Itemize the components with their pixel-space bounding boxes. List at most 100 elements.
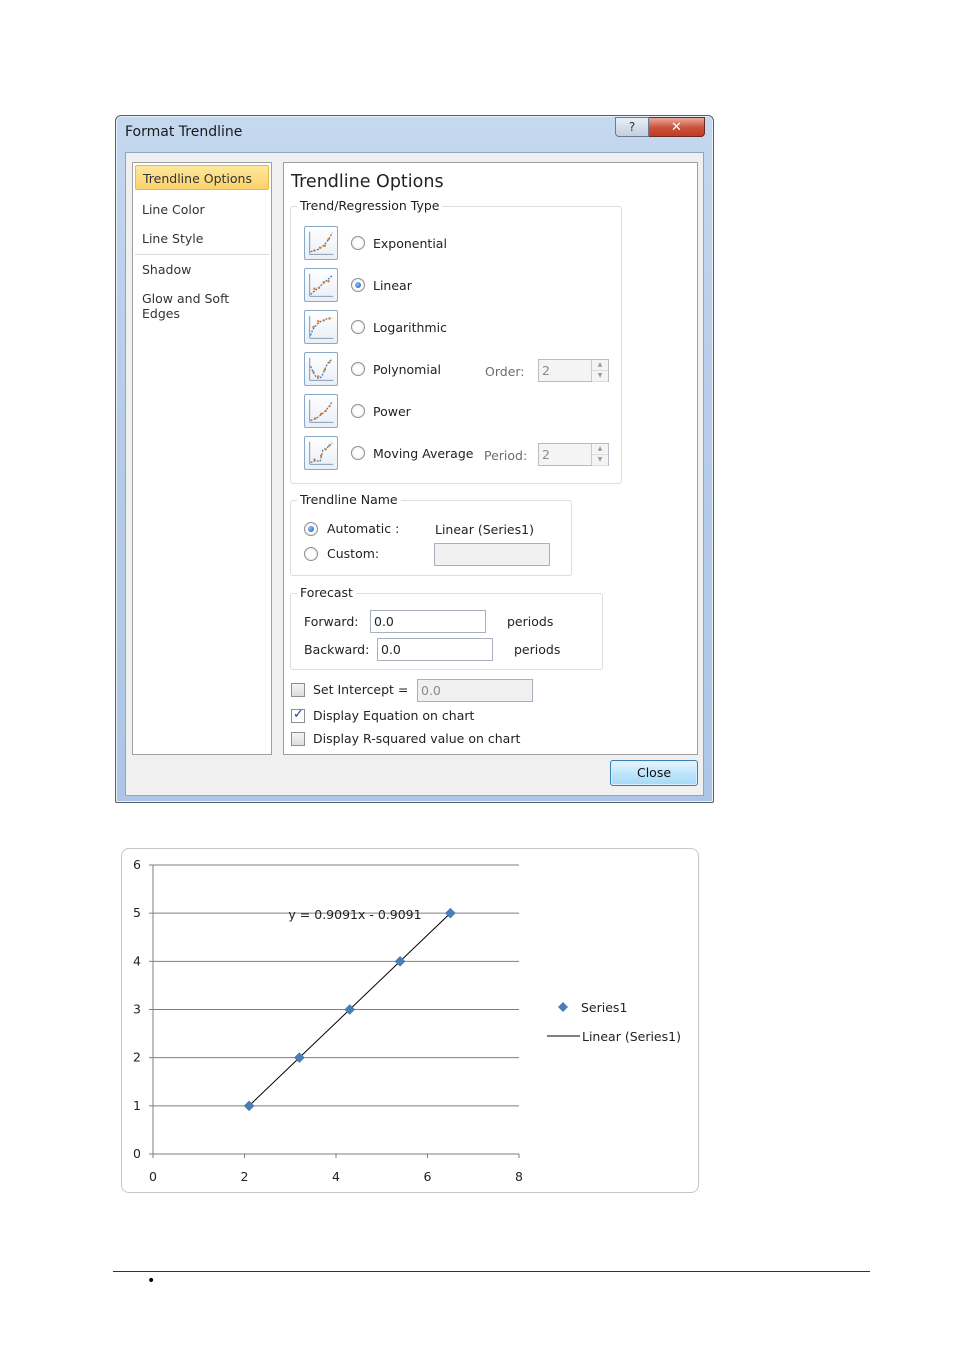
moving-average-label: Moving Average bbox=[373, 445, 474, 461]
order-value: 2 bbox=[542, 363, 550, 378]
y-tick-label: 4 bbox=[133, 953, 141, 968]
trendline-equation-label: y = 0.9091x - 0.9091 bbox=[288, 907, 421, 922]
set-intercept-checkbox[interactable] bbox=[291, 683, 305, 697]
trend-option-linear: Linear bbox=[304, 268, 412, 302]
list-bullet: • bbox=[147, 1273, 156, 1289]
trend-option-polynomial: Polynomial bbox=[304, 352, 441, 386]
moving-average-radio[interactable] bbox=[351, 446, 365, 460]
legend-label-series1: Series1 bbox=[581, 1000, 627, 1015]
moving-average-trend-icon bbox=[304, 436, 338, 470]
linear-radio[interactable] bbox=[351, 278, 365, 292]
display-r-squared-checkbox[interactable] bbox=[291, 732, 305, 746]
logarithmic-radio[interactable] bbox=[351, 320, 365, 334]
power-label: Power bbox=[373, 403, 411, 419]
y-tick-label: 1 bbox=[133, 1098, 141, 1113]
automatic-name-radio[interactable] bbox=[304, 522, 318, 536]
display-equation-label: Display Equation on chart bbox=[313, 708, 475, 723]
y-tick-label: 5 bbox=[133, 905, 141, 920]
y-tick-label: 6 bbox=[133, 857, 141, 872]
display-equation-checkbox[interactable] bbox=[291, 707, 305, 723]
backward-input[interactable]: 0.0 bbox=[377, 638, 493, 661]
custom-name-label: Custom: bbox=[327, 546, 380, 561]
y-tick-label: 3 bbox=[133, 1002, 141, 1017]
nav-item-line-color[interactable]: Line Color bbox=[135, 197, 269, 222]
format-trendline-dialog: Format Trendline ? ✕ Trendline Options L… bbox=[115, 115, 714, 803]
scatter-chart: 0 1 2 3 4 5 6 0 2 4 6 8 Series1 Linear (Series1) y =… bbox=[115, 840, 705, 1200]
period-label: Period: bbox=[484, 448, 528, 463]
backward-label: Backward: bbox=[304, 642, 370, 657]
help-button[interactable]: ? bbox=[615, 117, 649, 137]
power-trend-icon bbox=[304, 394, 338, 428]
y-tick-label: 2 bbox=[133, 1050, 141, 1065]
set-intercept-label: Set Intercept = bbox=[313, 682, 409, 697]
forward-label: Forward: bbox=[304, 614, 359, 629]
forward-unit: periods bbox=[507, 614, 554, 629]
display-r-squared-label: Display R-squared value on chart bbox=[313, 731, 521, 746]
close-icon: ✕ bbox=[671, 119, 682, 135]
dialog-title: Format Trendline bbox=[125, 124, 243, 140]
spin-down-icon[interactable]: ▼ bbox=[592, 371, 608, 382]
legend-marker-series1 bbox=[558, 1002, 568, 1012]
spin-up-icon[interactable]: ▲ bbox=[592, 444, 608, 455]
exponential-radio[interactable] bbox=[351, 236, 365, 250]
period-spin-buttons[interactable]: ▲ ▼ bbox=[591, 444, 608, 466]
power-radio[interactable] bbox=[351, 404, 365, 418]
exponential-trend-icon bbox=[304, 226, 338, 260]
spin-up-icon[interactable]: ▲ bbox=[592, 360, 608, 371]
window-close-button[interactable]: ✕ bbox=[649, 117, 705, 137]
custom-name-input[interactable] bbox=[434, 543, 550, 566]
x-tick-label: 6 bbox=[424, 1169, 432, 1184]
close-button[interactable]: Close bbox=[610, 760, 698, 786]
help-icon: ? bbox=[628, 120, 636, 134]
gridlines bbox=[153, 864, 519, 1107]
polynomial-label: Polynomial bbox=[373, 361, 441, 377]
automatic-name-label: Automatic : bbox=[327, 521, 400, 536]
footer-rule bbox=[113, 1271, 870, 1272]
backward-unit: periods bbox=[514, 642, 561, 657]
trend-option-exponential: Exponential bbox=[304, 226, 447, 260]
nav-item-line-style[interactable]: Line Style bbox=[135, 226, 269, 251]
linear-label: Linear bbox=[373, 277, 412, 293]
forward-input[interactable]: 0.0 bbox=[370, 610, 486, 633]
automatic-name-value: Linear (Series1) bbox=[435, 522, 534, 537]
set-intercept-input[interactable]: 0.0 bbox=[417, 679, 533, 702]
logarithmic-label: Logarithmic bbox=[373, 319, 447, 335]
trendline-name-group-label: Trendline Name bbox=[297, 492, 401, 507]
category-nav: Trendline Options Line Color Line Style … bbox=[132, 162, 272, 755]
x-tick-label: 8 bbox=[515, 1169, 523, 1184]
order-stepper[interactable]: 2 ▲ ▼ bbox=[538, 359, 609, 382]
exponential-label: Exponential bbox=[373, 235, 447, 251]
linear-trend-icon bbox=[304, 268, 338, 302]
order-label: Order: bbox=[485, 364, 525, 379]
period-value: 2 bbox=[542, 447, 550, 462]
logarithmic-trend-icon bbox=[304, 310, 338, 344]
x-tick-label: 2 bbox=[241, 1169, 249, 1184]
panel-heading: Trendline Options bbox=[291, 172, 444, 192]
x-tick-label: 0 bbox=[149, 1169, 157, 1184]
options-panel: Trendline Options Trend/Regression Type … bbox=[283, 162, 698, 755]
polynomial-trend-icon bbox=[304, 352, 338, 386]
dialog-body: Trendline Options Line Color Line Style … bbox=[125, 152, 704, 796]
trend-option-logarithmic: Logarithmic bbox=[304, 310, 447, 344]
chart-legend: Series1 Linear (Series1) bbox=[547, 1000, 681, 1044]
nav-divider bbox=[135, 254, 269, 255]
nav-item-glow-soft-edges[interactable]: Glow and Soft Edges bbox=[135, 286, 269, 321]
custom-name-radio[interactable] bbox=[304, 547, 318, 561]
trendline-name-group: Trendline Name Automatic : Linear (Serie… bbox=[290, 492, 572, 576]
regression-group-label: Trend/Regression Type bbox=[297, 198, 443, 213]
period-stepper[interactable]: 2 ▲ ▼ bbox=[538, 443, 609, 466]
chart-plot: 0 1 2 3 4 5 6 0 2 4 6 8 Series1 Linear (Series1) y =… bbox=[133, 857, 681, 1184]
y-tick-label: 0 bbox=[133, 1146, 141, 1161]
nav-item-shadow[interactable]: Shadow bbox=[135, 257, 269, 282]
title-bar-buttons: ? ✕ bbox=[615, 117, 705, 137]
x-tick-label: 4 bbox=[332, 1169, 340, 1184]
polynomial-radio[interactable] bbox=[351, 362, 365, 376]
nav-item-trendline-options[interactable]: Trendline Options bbox=[135, 165, 269, 190]
forecast-group-label: Forecast bbox=[297, 585, 356, 600]
forecast-group: Forecast Forward: 0.0 periods Backward: … bbox=[290, 585, 603, 670]
order-spin-buttons[interactable]: ▲ ▼ bbox=[591, 360, 608, 382]
spin-down-icon[interactable]: ▼ bbox=[592, 455, 608, 466]
legend-label-trendline: Linear (Series1) bbox=[582, 1029, 681, 1044]
regression-type-group: Trend/Regression Type Exponential Linear… bbox=[290, 198, 622, 484]
trend-option-power: Power bbox=[304, 394, 411, 428]
